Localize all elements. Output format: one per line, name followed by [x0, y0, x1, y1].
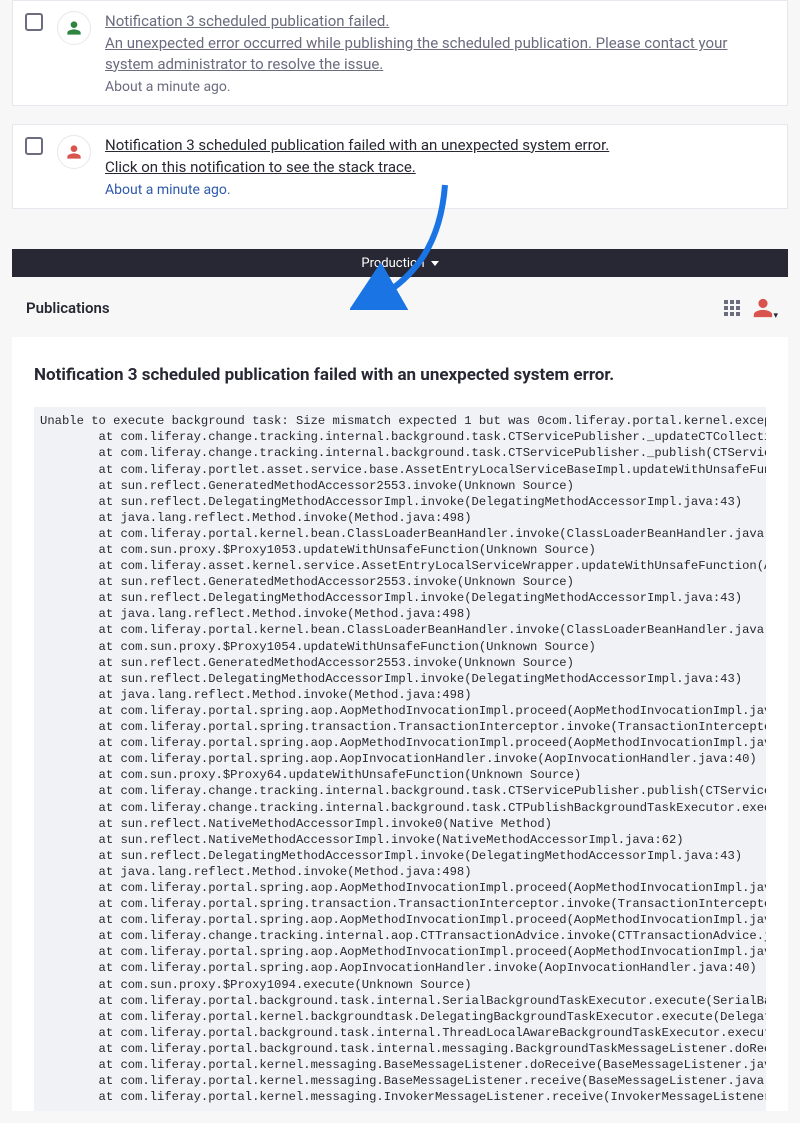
user-badge-icon: ▾ [773, 311, 778, 321]
select-checkbox[interactable] [25, 13, 43, 31]
notification-title[interactable]: Notification 3 scheduled publication fai… [105, 135, 775, 155]
user-menu[interactable]: ▾ [752, 297, 774, 319]
publication-detail-panel: Notification 3 scheduled publication fai… [12, 337, 788, 1111]
detail-title: Notification 3 scheduled publication fai… [34, 365, 766, 385]
apps-grid-icon[interactable] [724, 300, 740, 316]
notification-title: Notification 3 scheduled publication fai… [105, 11, 775, 31]
chevron-down-icon [431, 261, 439, 266]
environment-selector[interactable]: Production [361, 256, 438, 271]
notification-row[interactable]: Notification 3 scheduled publication fai… [12, 0, 788, 106]
stack-trace[interactable]: Unable to execute background task: Size … [34, 407, 766, 1111]
notification-subtitle[interactable]: Click on this notification to see the st… [105, 157, 775, 177]
header-actions: ▾ [724, 297, 774, 319]
page-header: Publications ▾ [12, 289, 788, 337]
avatar [57, 135, 91, 169]
user-icon [66, 144, 82, 160]
avatar [57, 11, 91, 45]
environment-label: Production [361, 256, 424, 271]
user-icon [752, 297, 774, 319]
notification-time: About a minute ago. [105, 182, 231, 198]
environment-bar: Production [12, 249, 788, 277]
notification-subtitle: An unexpected error occurred while publi… [105, 33, 775, 74]
notification-body[interactable]: Notification 3 scheduled publication fai… [105, 11, 775, 95]
notification-body[interactable]: Notification 3 scheduled publication fai… [105, 135, 775, 199]
notification-row[interactable]: Notification 3 scheduled publication fai… [12, 124, 788, 210]
notification-time: About a minute ago. [105, 79, 231, 95]
page-title: Publications [26, 299, 110, 317]
select-checkbox[interactable] [25, 137, 43, 155]
user-icon [66, 20, 82, 36]
